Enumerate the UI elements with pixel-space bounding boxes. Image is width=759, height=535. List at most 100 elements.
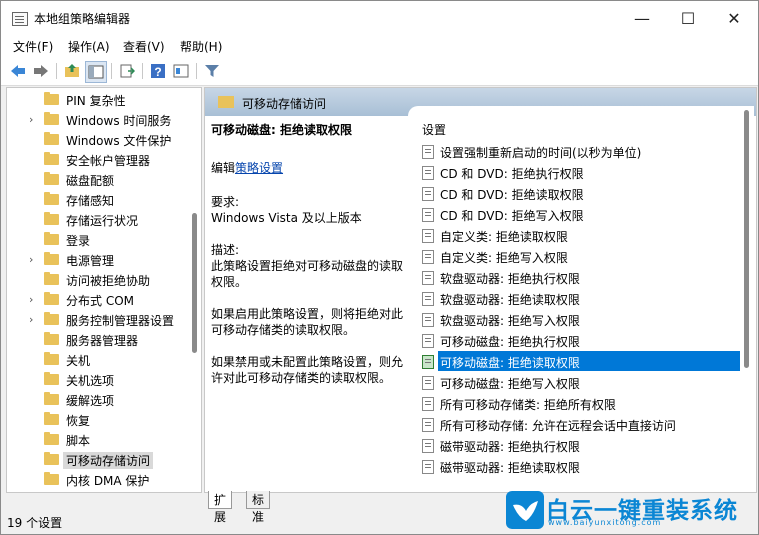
policy-setting-icon [422, 313, 434, 327]
filter-icon[interactable] [202, 61, 222, 81]
menu-help[interactable]: 帮助(H) [180, 38, 222, 55]
expand-chevron-icon[interactable]: › [29, 293, 33, 306]
menu-view[interactable]: 查看(V) [123, 38, 165, 55]
tree-item[interactable]: 访问被拒绝协助 [7, 270, 187, 290]
close-button[interactable]: ✕ [711, 1, 757, 35]
tree-item[interactable]: 关机选项 [7, 370, 187, 390]
tree-scroll-thumb[interactable] [192, 213, 197, 353]
tree-item[interactable]: 关机 [7, 350, 187, 370]
export-list-icon[interactable] [117, 61, 137, 81]
tree-item[interactable]: 可移动存储访问 [7, 450, 187, 470]
tree-item[interactable]: 恢复 [7, 410, 187, 430]
policy-title: 可移动磁盘: 拒绝读取权限 [211, 123, 352, 137]
up-folder-icon[interactable] [62, 61, 82, 81]
back-arrow-icon[interactable] [8, 61, 28, 81]
tree-item-label: 恢复 [66, 414, 91, 428]
tree-item[interactable]: › 服务控制管理器设置 [7, 310, 187, 330]
description-label: 描述: [211, 243, 240, 257]
toolbar-separator [111, 63, 112, 79]
policy-setting-icon [422, 376, 434, 390]
tree-item-label: 脚本 [66, 434, 91, 448]
expand-chevron-icon[interactable]: › [29, 313, 33, 326]
policy-row[interactable]: 自定义类: 拒绝读取权限 [420, 225, 740, 245]
tree-item[interactable]: › 电源管理 [7, 250, 187, 270]
tree-item[interactable]: 登录 [7, 230, 187, 250]
policy-list: 设置 设置强制重新启动的时间(以秒为单位) CD 和 DVD: 拒绝执行权限 CD … [408, 106, 754, 475]
policy-row[interactable]: 所有可移动存储类: 拒绝所有权限 [420, 393, 740, 413]
policy-row[interactable]: CD 和 DVD: 拒绝写入权限 [420, 204, 740, 224]
policy-row[interactable]: 自定义类: 拒绝写入权限 [420, 246, 740, 266]
status-bar-text: 19 个设置 [7, 516, 63, 530]
list-scroll-thumb[interactable] [744, 110, 749, 368]
tree-item[interactable]: 安全帐户管理器 [7, 150, 187, 170]
policy-row[interactable]: CD 和 DVD: 拒绝执行权限 [420, 162, 740, 182]
requirements-value: Windows Vista 及以上版本 [211, 211, 362, 225]
tree-pane: PIN 复杂性 › Windows 时间服务 Windows 文件保护 安全帐户管理器磁… [6, 87, 202, 493]
help-icon[interactable]: ? [148, 61, 168, 81]
policy-row[interactable]: 可移动磁盘: 拒绝执行权限 [420, 330, 740, 350]
policy-row[interactable]: 所有可移动存储: 允许在远程会话中直接访问 [420, 414, 740, 434]
show-tree-icon[interactable] [85, 61, 107, 83]
tree-item-label: PIN 复杂性 [66, 94, 126, 108]
tree-item-label: 缓解选项 [66, 394, 115, 408]
tree-item[interactable]: 存储感知 [7, 190, 187, 210]
policy-label: CD 和 DVD: 拒绝读取权限 [440, 188, 584, 202]
policy-setting-icon [422, 208, 434, 222]
folder-icon [44, 312, 59, 325]
policy-setting-icon [422, 166, 434, 180]
policy-label: 软盘驱动器: 拒绝写入权限 [440, 314, 580, 328]
menu-action[interactable]: 操作(A) [68, 38, 110, 55]
policy-row[interactable]: 可移动磁盘: 拒绝写入权限 [420, 372, 740, 392]
tree-item[interactable]: 存储运行状况 [7, 210, 187, 230]
tree-item[interactable]: 磁盘配额 [7, 170, 187, 190]
policy-row[interactable]: 软盘驱动器: 拒绝读取权限 [420, 288, 740, 308]
expand-chevron-icon[interactable]: › [29, 253, 33, 266]
policy-setting-icon [422, 355, 434, 369]
minimize-button[interactable]: — [619, 1, 665, 35]
list-scrollbar[interactable] [741, 106, 753, 472]
policy-setting-icon [422, 334, 434, 348]
details-pane: 可移动存储访问 可移动磁盘: 拒绝读取权限 编辑策略设置 要求: Windows… [204, 87, 757, 493]
tree-item[interactable]: 服务器管理器 [7, 330, 187, 350]
tree-item[interactable]: Windows 文件保护 [7, 130, 187, 150]
policy-setting-icon [422, 229, 434, 243]
policy-row[interactable]: 软盘驱动器: 拒绝写入权限 [420, 309, 740, 329]
folder-icon [44, 372, 59, 385]
tree-item[interactable]: › 分布式 COM [7, 290, 187, 310]
expand-chevron-icon[interactable]: › [29, 113, 33, 126]
toolbar-separator [196, 63, 197, 79]
folder-icon [44, 172, 59, 185]
tree-item[interactable]: › Windows 时间服务 [7, 110, 187, 130]
svg-text:?: ? [154, 65, 161, 79]
policy-row[interactable]: 设置强制重新启动的时间(以秒为单位) [420, 141, 740, 161]
list-header-setting[interactable]: 设置 [422, 121, 446, 138]
policy-row[interactable]: 可移动磁盘: 拒绝读取权限 [422, 351, 740, 371]
policy-row[interactable]: 软盘驱动器: 拒绝执行权限 [420, 267, 740, 287]
folder-icon [44, 212, 59, 225]
folder-icon [44, 352, 59, 365]
policy-row[interactable]: 磁带驱动器: 拒绝执行权限 [420, 435, 740, 455]
folder-icon [44, 152, 59, 165]
policy-label: CD 和 DVD: 拒绝写入权限 [440, 209, 584, 223]
edit-policy-link[interactable]: 策略设置 [235, 161, 283, 175]
folder-icon [218, 96, 234, 108]
policy-row[interactable]: 磁带驱动器: 拒绝读取权限 [420, 456, 740, 476]
properties-icon[interactable] [171, 61, 191, 81]
tree-item[interactable]: 脚本 [7, 430, 187, 450]
maximize-button[interactable]: ☐ [665, 1, 711, 35]
menu-file[interactable]: 文件(F) [13, 38, 53, 55]
folder-icon [44, 232, 59, 245]
tree-item[interactable]: 内核 DMA 保护 [7, 470, 187, 490]
policy-row[interactable]: CD 和 DVD: 拒绝读取权限 [420, 183, 740, 203]
forward-arrow-icon[interactable] [31, 61, 51, 81]
policy-label: 可移动磁盘: 拒绝写入权限 [440, 377, 580, 391]
toolbar-separator [56, 63, 57, 79]
tree-item[interactable]: 缓解选项 [7, 390, 187, 410]
tree-item[interactable]: PIN 复杂性 [7, 90, 187, 110]
tab-standard[interactable]: 标准 [246, 491, 271, 524]
policy-setting-icon [422, 418, 434, 432]
tab-extended[interactable]: 扩展 [208, 491, 233, 524]
disable-text: 如果禁用或未配置此策略设置，则允许对此可移动存储类的读取权限。 [211, 355, 404, 385]
tree-scrollbar[interactable] [190, 88, 199, 492]
tree-item-label: 分布式 COM [66, 294, 134, 308]
